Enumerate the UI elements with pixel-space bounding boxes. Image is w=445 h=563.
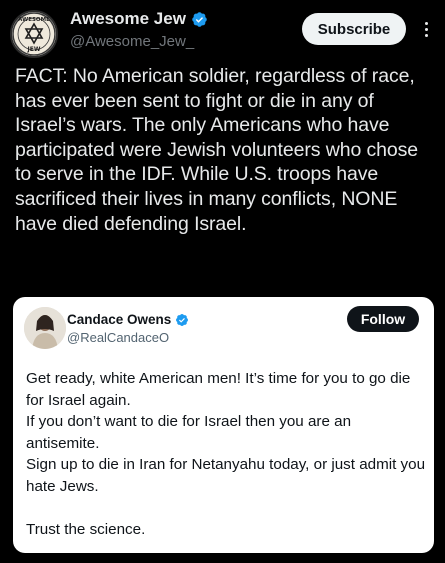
avatar-text-bottom: JEW [27,46,41,53]
author-logo: AWESOME JEW [12,12,56,56]
subscribe-button[interactable]: Subscribe [302,13,406,45]
avatar-text-top: AWESOME [18,17,50,23]
post-text: FACT: No American soldier, regardless of… [15,65,419,235]
quoted-post[interactable]: Candace Owens @RealCandaceO Follow Get r… [13,297,434,553]
author-display-name[interactable]: Awesome Jew [70,9,186,29]
quoted-line: Trust the science. [26,521,146,539]
author-handle[interactable]: @Awesome_Jew_ [70,33,194,50]
post-header: AWESOME JEW Awesome Jew @Awesome_Jew_ Su… [0,0,445,60]
quoted-avatar-photo [24,307,66,349]
verified-badge-icon [176,313,189,326]
author-avatar[interactable]: AWESOME JEW [10,10,58,58]
quoted-author-avatar[interactable] [24,307,66,349]
quoted-author-name-row: Candace Owens [67,312,189,327]
verified-badge-icon [192,11,207,27]
quoted-line: If you don’t want to die for Israel then… [26,413,352,452]
follow-button[interactable]: Follow [347,306,419,332]
quoted-line: Sign up to die in Iran for Netanyahu tod… [26,456,426,495]
author-name-row: Awesome Jew [70,9,208,29]
quoted-author-display-name[interactable]: Candace Owens [67,312,171,327]
quoted-line: Get ready, white American men! It’s time… [26,370,411,409]
quoted-post-text: Get ready, white American men! It’s time… [26,368,426,541]
quoted-author-handle[interactable]: @RealCandaceO [67,330,169,345]
more-options-icon[interactable] [419,17,433,41]
